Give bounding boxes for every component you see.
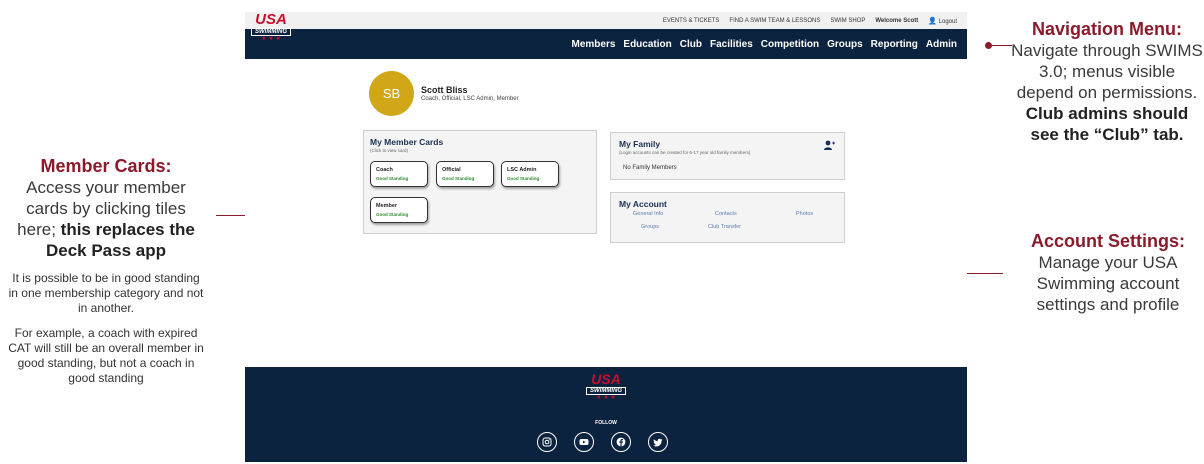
annotation-note: For example, a coach with expired CAT wi… (8, 326, 204, 385)
family-empty-text: No Family Members (623, 165, 677, 171)
annotation-title: Account Settings: (1030, 231, 1185, 251)
user-icon: 👤 (928, 17, 937, 25)
panel-subtitle: (Login accounts can be created for 6-17 … (619, 150, 751, 155)
member-card-official[interactable]: Official Good Standing (436, 161, 494, 187)
logo-stars-icon: ★ ★ ★ (596, 395, 616, 401)
nav-item-groups[interactable]: Groups (827, 39, 863, 50)
twitter-icon[interactable] (648, 432, 668, 452)
card-status: Good Standing (376, 212, 409, 217)
card-name: Member (376, 203, 398, 209)
annotation-text: Navigate through SWIMS 3.0; menus visibl… (1011, 41, 1203, 102)
annotation-body: Manage your USA Swimming account setting… (1036, 253, 1180, 314)
annotation-member-cards: Member Cards: Access your member cards b… (6, 155, 206, 386)
topbar-link-find-team[interactable]: FIND A SWIM TEAM & LESSONS (729, 18, 820, 24)
panel-title: My Family (619, 139, 661, 149)
nav-item-club[interactable]: Club (680, 39, 702, 50)
logo-text: USA (591, 371, 621, 387)
connector-line (990, 45, 1012, 46)
utility-bar: EVENTS & TICKETS FIND A SWIM TEAM & LESS… (245, 12, 967, 29)
nav-item-members[interactable]: Members (572, 39, 616, 50)
avatar[interactable]: SB (369, 71, 414, 116)
logout-link[interactable]: 👤 Logout (928, 17, 957, 25)
nav-item-education[interactable]: Education (623, 39, 671, 50)
account-link-club-transfer[interactable]: Club Transfer (708, 224, 741, 230)
follow-label: FOLLOW (595, 420, 617, 426)
card-name: LSC Admin (507, 167, 537, 173)
card-status: Good Standing (376, 176, 409, 181)
welcome-text: Welcome Scott (875, 17, 919, 24)
usa-swimming-logo[interactable]: USA SWIMMING ★ ★ ★ (249, 12, 293, 50)
annotation-title: Navigation Menu: (1031, 19, 1182, 39)
annotation-body: Navigate through SWIMS 3.0; menus visibl… (1010, 40, 1204, 145)
annotation-body: Access your member cards by clicking til… (6, 177, 206, 261)
account-link-general-info[interactable]: General Info (633, 211, 663, 217)
social-links (537, 432, 668, 452)
annotation-bold-text: this replaces the Deck Pass app (45, 220, 195, 260)
annotation-navigation: Navigation Menu: Navigate through SWIMS … (1010, 18, 1204, 145)
my-family-panel: My Family (Login accounts can be created… (610, 132, 845, 180)
annotation-title: Member Cards: (40, 156, 172, 176)
panel-title: My Member Cards (370, 137, 444, 147)
account-link-photos[interactable]: Photos (796, 211, 813, 217)
youtube-icon[interactable] (574, 432, 594, 452)
card-status: Good Standing (507, 176, 540, 181)
member-card-member[interactable]: Member Good Standing (370, 197, 428, 223)
my-account-panel: My Account General Info Contacts Photos … (610, 192, 845, 243)
panel-title: My Account (619, 199, 667, 209)
logout-label: Logout (938, 18, 957, 25)
annotation-note: It is possible to be in good standing in… (8, 271, 204, 315)
swims-app-screenshot: EVENTS & TICKETS FIND A SWIM TEAM & LESS… (245, 12, 967, 462)
card-name: Official (442, 167, 461, 173)
card-name: Coach (376, 167, 393, 173)
topbar-link-swim-shop[interactable]: SWIM SHOP (830, 18, 865, 24)
card-status: Good Standing (442, 176, 475, 181)
nav-item-competition[interactable]: Competition (761, 39, 819, 50)
instagram-icon[interactable] (537, 432, 557, 452)
profile-name: Scott Bliss (421, 85, 468, 95)
facebook-icon[interactable] (611, 432, 631, 452)
account-link-contacts[interactable]: Contacts (715, 211, 737, 217)
logo-text: USA (255, 11, 287, 28)
nav-item-facilities[interactable]: Facilities (710, 39, 753, 50)
annotation-account-settings: Account Settings: Manage your USA Swimmi… (1012, 230, 1204, 315)
add-family-member-icon[interactable] (823, 140, 835, 150)
logo-subtext: SWIMMING (251, 28, 291, 36)
logo-subtext: SWIMMING (586, 387, 626, 395)
member-cards-panel: My Member Cards (Click to view card) Coa… (363, 130, 597, 234)
member-card-coach[interactable]: Coach Good Standing (370, 161, 428, 187)
account-link-groups[interactable]: Groups (641, 224, 659, 230)
member-card-lsc-admin[interactable]: LSC Admin Good Standing (501, 161, 559, 187)
nav-item-reporting[interactable]: Reporting (871, 39, 918, 50)
topbar-link-events[interactable]: EVENTS & TICKETS (663, 18, 720, 24)
footer-logo[interactable]: USA SWIMMING ★ ★ ★ (582, 372, 630, 410)
footer: USA SWIMMING ★ ★ ★ FOLLOW (245, 367, 967, 462)
profile-roles: Coach, Official, LSC Admin, Member (421, 96, 519, 102)
panel-subtitle: (Click to view card) (370, 148, 409, 153)
annotation-bold-text: Club admins should see the “Club” tab. (1025, 104, 1189, 144)
main-nav: Members Education Club Facilities Compet… (245, 29, 967, 59)
nav-item-admin[interactable]: Admin (926, 39, 957, 50)
logo-stars-icon: ★ ★ ★ (261, 36, 281, 42)
